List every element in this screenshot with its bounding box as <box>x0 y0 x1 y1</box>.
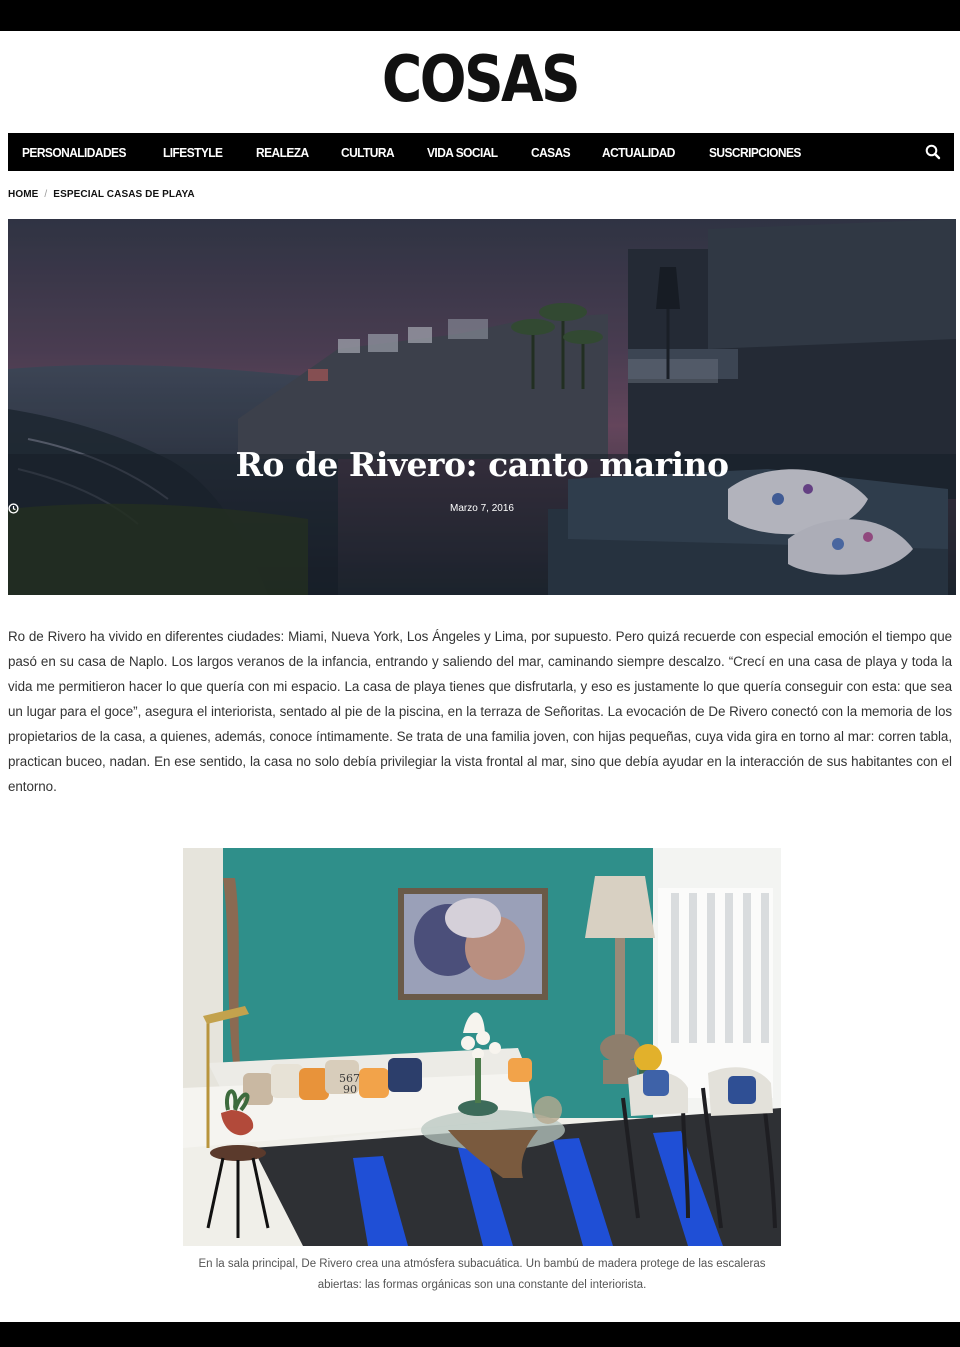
nav-item-realeza[interactable]: REALEZA <box>256 145 309 160</box>
bottom-bar <box>0 1322 960 1347</box>
hero-banner: Ro de Rivero: canto marino Marzo 7, 2016 <box>8 219 956 595</box>
nav-item-vida-social[interactable]: VIDA SOCIAL <box>427 145 498 160</box>
article-figure: 567 90 <box>183 848 781 1246</box>
main-nav: PERSONALIDADES LIFESTYLE REALEZA CULTURA… <box>8 133 954 171</box>
nav-item-cultura[interactable]: CULTURA <box>341 145 395 160</box>
article-date: Marzo 7, 2016 <box>8 503 956 514</box>
article-title: Ro de Rivero: canto marino <box>235 445 729 484</box>
breadcrumb: HOME / ESPECIAL CASAS DE PLAYA <box>8 189 195 200</box>
breadcrumb-current[interactable]: ESPECIAL CASAS DE PLAYA <box>53 189 194 200</box>
breadcrumb-separator: / <box>44 189 48 200</box>
nav-item-personalidades[interactable]: PERSONALIDADES <box>22 145 126 160</box>
article-date-text: Marzo 7, 2016 <box>450 503 514 514</box>
nav-item-actualidad[interactable]: ACTUALIDAD <box>602 145 675 160</box>
top-bar <box>0 0 960 31</box>
site-logo[interactable]: COSAS <box>67 44 893 116</box>
nav-item-suscripciones[interactable]: SUSCRIPCIONES <box>709 145 801 160</box>
living-room-photo[interactable]: 567 90 <box>183 848 781 1246</box>
search-icon[interactable] <box>924 143 942 161</box>
clock-icon <box>8 503 19 514</box>
figure-caption: En la sala principal, De Rivero crea una… <box>198 1258 766 1291</box>
article-body: Ro de Rivero ha vivido en diferentes ciu… <box>8 629 952 794</box>
nav-item-casas[interactable]: CASAS <box>531 145 571 160</box>
hero-image <box>8 219 956 595</box>
nav-item-lifestyle[interactable]: LIFESTYLE <box>163 145 223 160</box>
cushion-numbers: 567 90 <box>339 1072 360 1096</box>
breadcrumb-home[interactable]: HOME <box>8 189 38 200</box>
